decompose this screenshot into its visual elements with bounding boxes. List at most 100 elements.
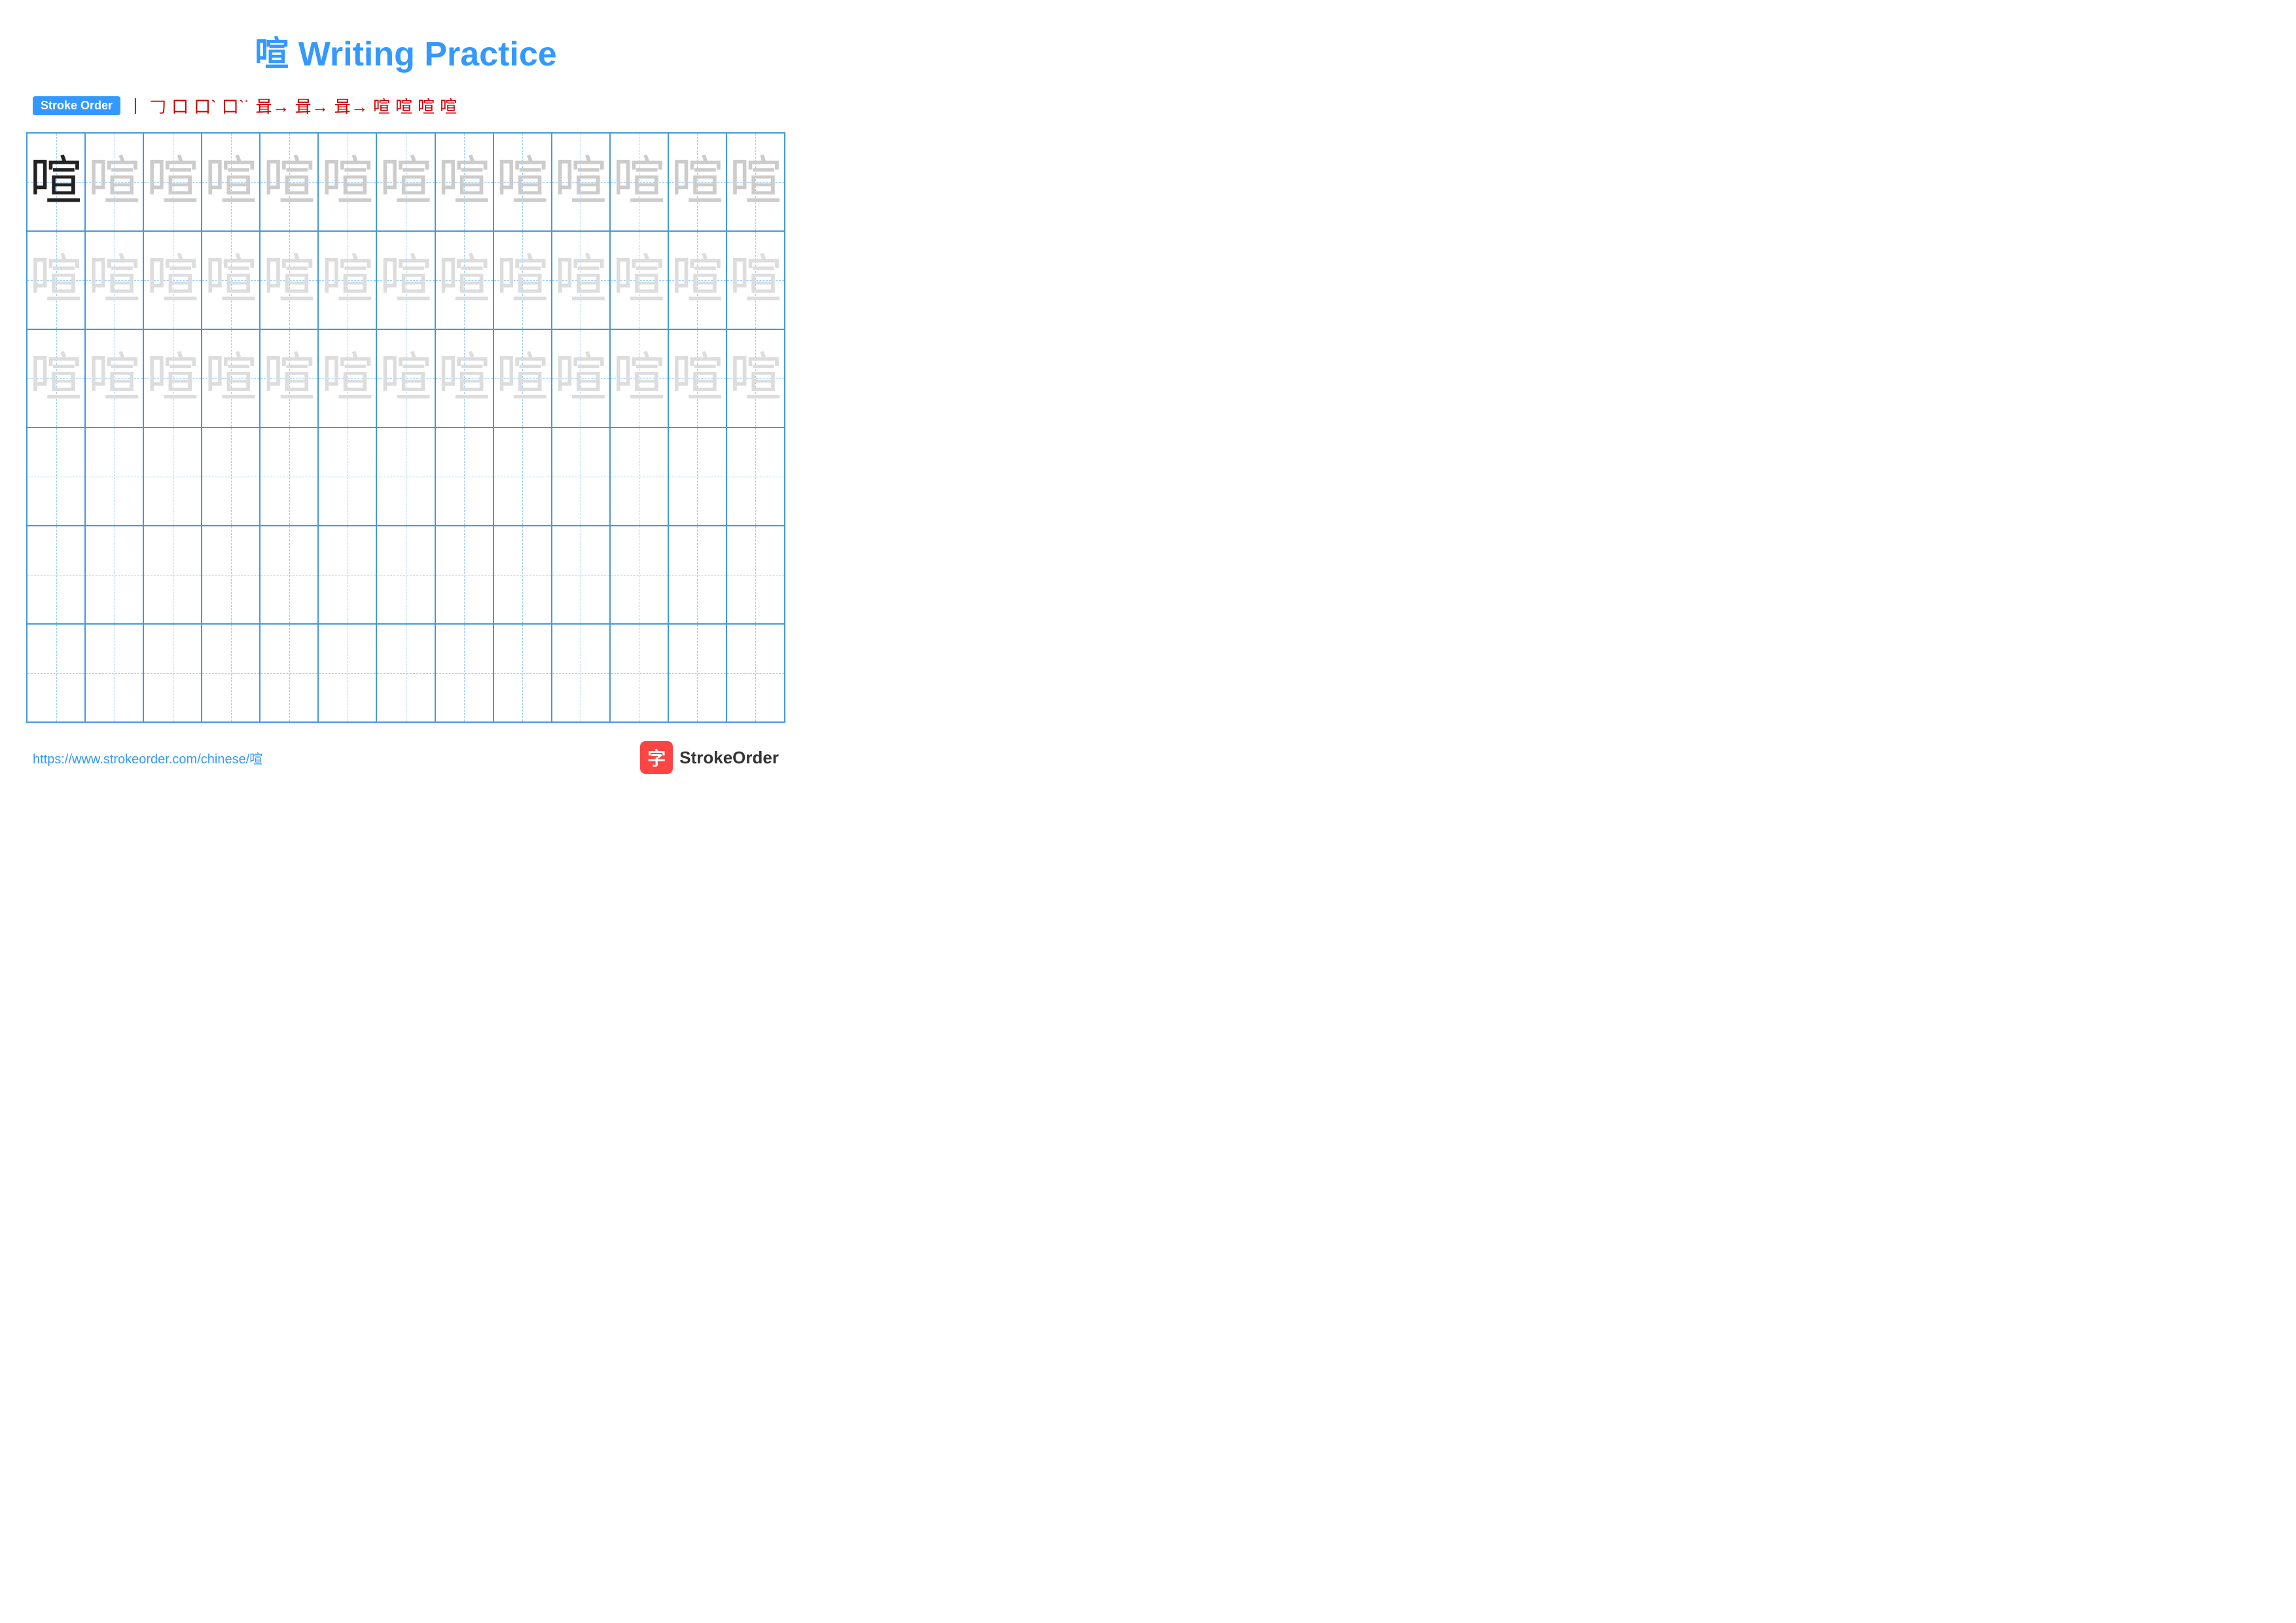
stroke-12: 喧: [440, 94, 457, 118]
cell-6-5[interactable]: [260, 625, 319, 721]
cell-5-13[interactable]: [727, 526, 784, 623]
cell-3-13[interactable]: 喧: [727, 330, 784, 427]
cell-2-7[interactable]: 喧: [377, 232, 435, 329]
cell-2-5[interactable]: 喧: [260, 232, 319, 329]
char-guide: 喧: [147, 352, 199, 405]
cell-5-3[interactable]: [144, 526, 202, 623]
char-guide: 喧: [147, 156, 199, 208]
cell-2-6[interactable]: 喧: [319, 232, 377, 329]
cell-5-11[interactable]: [611, 526, 669, 623]
cell-3-11[interactable]: 喧: [611, 330, 669, 427]
cell-5-5[interactable]: [260, 526, 319, 623]
char-guide: 喧: [496, 352, 548, 405]
grid-row-4: [27, 428, 784, 526]
cell-1-12[interactable]: 喧: [669, 134, 727, 230]
cell-6-7[interactable]: [377, 625, 435, 721]
cell-5-10[interactable]: [552, 526, 611, 623]
char-guide: 喧: [380, 156, 432, 208]
cell-3-2[interactable]: 喧: [86, 330, 144, 427]
cell-1-5[interactable]: 喧: [260, 134, 319, 230]
cell-6-9[interactable]: [494, 625, 552, 721]
cell-3-10[interactable]: 喧: [552, 330, 611, 427]
cell-2-10[interactable]: 喧: [552, 232, 611, 329]
grid-row-1: 喧 喧 喧 喧 喧 喧 喧 喧 喧 喧 喧 喧: [27, 134, 784, 232]
cell-4-7[interactable]: [377, 428, 435, 525]
cell-2-8[interactable]: 喧: [436, 232, 494, 329]
cell-6-1[interactable]: [27, 625, 86, 721]
cell-6-8[interactable]: [436, 625, 494, 721]
logo-icon: 字: [640, 741, 673, 774]
cell-4-3[interactable]: [144, 428, 202, 525]
stroke-8: 咠→: [334, 94, 368, 118]
cell-4-8[interactable]: [436, 428, 494, 525]
char-guide: 喧: [496, 156, 548, 208]
cell-2-2[interactable]: 喧: [86, 232, 144, 329]
cell-5-7[interactable]: [377, 526, 435, 623]
cell-1-6[interactable]: 喧: [319, 134, 377, 230]
char-guide: 喧: [88, 352, 141, 405]
char-guide: 喧: [321, 254, 374, 306]
cell-3-7[interactable]: 喧: [377, 330, 435, 427]
cell-4-10[interactable]: [552, 428, 611, 525]
cell-1-7[interactable]: 喧: [377, 134, 435, 230]
cell-2-3[interactable]: 喧: [144, 232, 202, 329]
cell-4-2[interactable]: [86, 428, 144, 525]
cell-4-13[interactable]: [727, 428, 784, 525]
char-dark: 喧: [30, 156, 82, 208]
cell-4-12[interactable]: [669, 428, 727, 525]
cell-4-1[interactable]: [27, 428, 86, 525]
footer-url[interactable]: https://www.strokeorder.com/chinese/喧: [33, 748, 262, 767]
stroke-5: 口`˙: [222, 94, 250, 118]
cell-4-11[interactable]: [611, 428, 669, 525]
cell-1-8[interactable]: 喧: [436, 134, 494, 230]
cell-3-12[interactable]: 喧: [669, 330, 727, 427]
cell-6-2[interactable]: [86, 625, 144, 721]
cell-3-1[interactable]: 喧: [27, 330, 86, 427]
char-guide: 喧: [438, 254, 490, 306]
char-guide: 喧: [554, 156, 607, 208]
cell-6-11[interactable]: [611, 625, 669, 721]
cell-5-9[interactable]: [494, 526, 552, 623]
cell-5-8[interactable]: [436, 526, 494, 623]
cell-2-13[interactable]: 喧: [727, 232, 784, 329]
cell-5-1[interactable]: [27, 526, 86, 623]
cell-5-4[interactable]: [202, 526, 260, 623]
cell-1-13[interactable]: 喧: [727, 134, 784, 230]
cell-1-2[interactable]: 喧: [86, 134, 144, 230]
cell-1-9[interactable]: 喧: [494, 134, 552, 230]
cell-3-3[interactable]: 喧: [144, 330, 202, 427]
cell-4-9[interactable]: [494, 428, 552, 525]
cell-3-4[interactable]: 喧: [202, 330, 260, 427]
cell-6-13[interactable]: [727, 625, 784, 721]
cell-2-9[interactable]: 喧: [494, 232, 552, 329]
cell-4-6[interactable]: [319, 428, 377, 525]
cell-6-12[interactable]: [669, 625, 727, 721]
char-guide: 喧: [30, 352, 82, 405]
char-guide: 喧: [380, 352, 432, 405]
cell-1-10[interactable]: 喧: [552, 134, 611, 230]
cell-2-1[interactable]: 喧: [27, 232, 86, 329]
cell-6-10[interactable]: [552, 625, 611, 721]
cell-3-6[interactable]: 喧: [319, 330, 377, 427]
cell-3-5[interactable]: 喧: [260, 330, 319, 427]
stroke-7: 咠→: [295, 94, 329, 118]
cell-2-12[interactable]: 喧: [669, 232, 727, 329]
cell-1-3[interactable]: 喧: [144, 134, 202, 230]
cell-1-1[interactable]: 喧: [27, 134, 86, 230]
cell-1-4[interactable]: 喧: [202, 134, 260, 230]
char-guide: 喧: [613, 156, 665, 208]
cell-6-6[interactable]: [319, 625, 377, 721]
cell-3-9[interactable]: 喧: [494, 330, 552, 427]
cell-6-4[interactable]: [202, 625, 260, 721]
cell-2-4[interactable]: 喧: [202, 232, 260, 329]
cell-6-3[interactable]: [144, 625, 202, 721]
cell-2-11[interactable]: 喧: [611, 232, 669, 329]
cell-3-8[interactable]: 喧: [436, 330, 494, 427]
cell-1-11[interactable]: 喧: [611, 134, 669, 230]
cell-5-2[interactable]: [86, 526, 144, 623]
cell-4-4[interactable]: [202, 428, 260, 525]
cell-5-6[interactable]: [319, 526, 377, 623]
char-guide: 喧: [729, 254, 781, 306]
cell-4-5[interactable]: [260, 428, 319, 525]
cell-5-12[interactable]: [669, 526, 727, 623]
